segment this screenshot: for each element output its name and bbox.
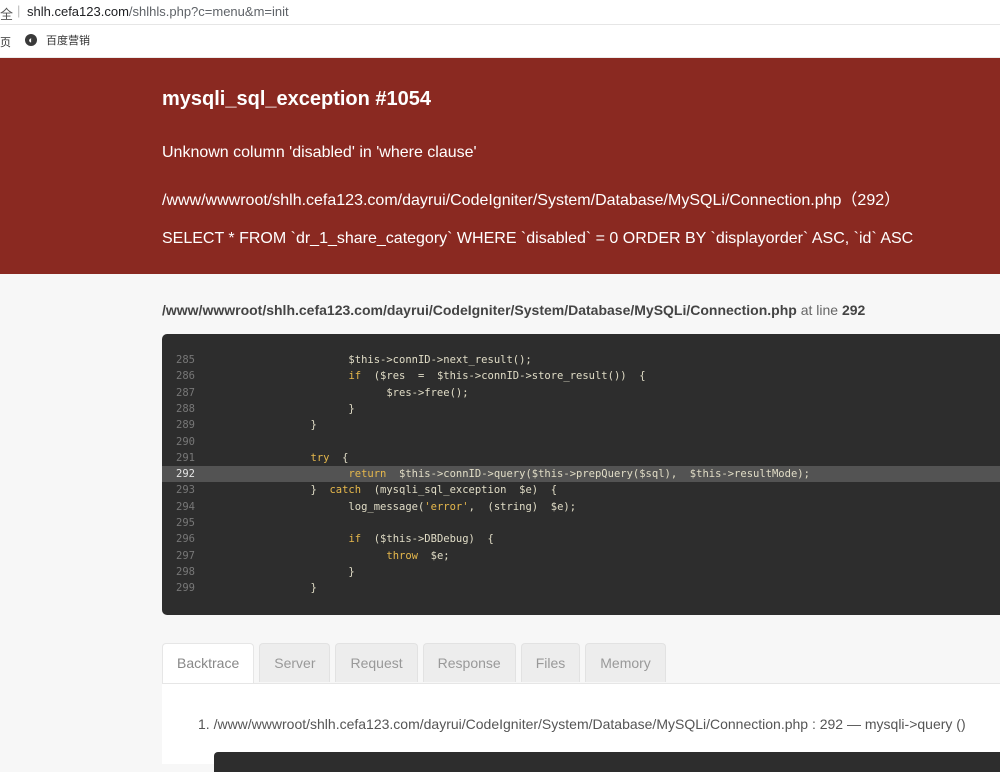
line-code: try { xyxy=(310,451,349,464)
error-title: mysqli_sql_exception #1054 xyxy=(162,88,432,110)
line-number: 289 xyxy=(176,419,195,432)
error-file: /www/wwwroot/shlh.cefa123.com/dayrui/Cod… xyxy=(162,192,901,209)
bookmark-label: 百度营销 xyxy=(46,35,90,47)
code-line: 299 } xyxy=(162,580,1000,596)
error-message: Unknown column 'disabled' in 'where clau… xyxy=(162,144,477,161)
line-code: } xyxy=(222,582,317,595)
line-code: } xyxy=(222,565,355,578)
code-line: 297 throw $e; xyxy=(162,548,1000,564)
line-number: 292 xyxy=(176,468,195,481)
line-number: 294 xyxy=(176,500,195,513)
address-prefix: 全 xyxy=(0,7,14,22)
code-line: 289 } xyxy=(162,417,1000,433)
line-number: 297 xyxy=(176,549,195,562)
line-code: $res->free(); xyxy=(222,386,469,399)
code-line: 286 if ($res = $this->connID->store_resu… xyxy=(162,368,1000,384)
line-code: if ($res = $this->connID->store_result()… xyxy=(348,370,646,383)
code-line: 296 if ($this->DBDebug) { xyxy=(162,531,1000,547)
error-header: mysqli_sql_exception #1054 Unknown colum… xyxy=(0,58,1000,274)
source-line-number: 292 xyxy=(841,302,866,318)
address-separator: | xyxy=(17,3,21,18)
line-code: } xyxy=(222,419,317,432)
code-line: 288 } xyxy=(162,401,1000,417)
globe-icon: ◐ xyxy=(25,34,37,46)
bookmarks-bar: 页 ◐ 百度营销 xyxy=(0,25,1000,58)
source-code-block: 285 $this->connID->next_result(); 286 if … xyxy=(162,334,1000,615)
tab-bar: Backtrace Server Request Response Files … xyxy=(162,643,671,684)
line-number: 293 xyxy=(176,484,195,497)
line-code: return $this->connID->query($this->prepQ… xyxy=(348,468,810,481)
tab-files[interactable]: Files xyxy=(520,643,581,682)
line-number: 287 xyxy=(176,386,195,399)
line-code: $this->connID->next_result(); xyxy=(222,354,532,366)
tab-server[interactable]: Server xyxy=(259,643,331,682)
line-code: throw $e; xyxy=(386,549,450,562)
code-line: 287 $res->free(); xyxy=(162,385,1000,401)
highlighted-code-line: 292 return $this->connID->query($this->p… xyxy=(162,466,1000,483)
address-bar[interactable]: 全 | shlh.cefa123.com/shlhls.php?c=menu&m… xyxy=(0,0,1000,25)
url-host: shlh.cefa123.com xyxy=(27,4,129,19)
line-code: if ($this->DBDebug) { xyxy=(348,533,494,546)
tab-backtrace[interactable]: Backtrace xyxy=(162,643,255,684)
code-line: 298 } xyxy=(162,564,1000,580)
code-line: 293 } catch (mysqli_sql_exception $e) { xyxy=(162,482,1000,498)
code-line: 294 log_message('error', (string) $e); xyxy=(162,499,1000,515)
code-line: 285 $this->connID->next_result(); xyxy=(162,352,1000,368)
error-sql: SELECT * FROM `dr_1_share_category` WHER… xyxy=(162,230,914,247)
source-at-line: at line xyxy=(800,302,839,318)
line-number: 286 xyxy=(176,370,195,383)
line-number: 290 xyxy=(176,435,195,448)
tab-request[interactable]: Request xyxy=(335,643,418,682)
url-text[interactable]: shlh.cefa123.com/shlhls.php?c=menu&m=ini… xyxy=(27,4,289,19)
code-line: 291 try { xyxy=(162,450,1000,466)
code-line: 295 xyxy=(162,515,1000,531)
line-number: 285 xyxy=(176,354,195,366)
line-number: 291 xyxy=(176,451,195,464)
line-code: } catch (mysqli_sql_exception $e) { xyxy=(222,484,558,497)
bookmark-item[interactable]: ◐ 百度营销 xyxy=(25,32,90,48)
backtrace-panel: 1. /www/wwwroot/shlh.cefa123.com/dayrui/… xyxy=(162,683,1000,772)
code-line: 290 xyxy=(162,434,1000,450)
line-code: } xyxy=(222,402,355,415)
backtrace-code-block xyxy=(214,752,1000,772)
line-code: log_message('error', (string) $e); xyxy=(222,500,577,513)
source-file-path: /www/wwwroot/shlh.cefa123.com/dayrui/Cod… xyxy=(162,302,865,318)
line-number: 299 xyxy=(176,582,195,595)
line-number: 288 xyxy=(176,402,195,415)
url-path: /shlhls.php?c=menu&m=init xyxy=(128,4,289,19)
backtrace-item[interactable]: 1. /www/wwwroot/shlh.cefa123.com/dayrui/… xyxy=(198,716,966,732)
tab-memory[interactable]: Memory xyxy=(585,643,666,682)
line-number: 296 xyxy=(176,533,195,546)
tab-response[interactable]: Response xyxy=(422,643,516,682)
line-number: 298 xyxy=(176,565,195,578)
source-path: /www/wwwroot/shlh.cefa123.com/dayrui/Cod… xyxy=(162,302,797,318)
line-number: 295 xyxy=(176,517,195,529)
bookmark-truncated[interactable]: 页 xyxy=(0,34,11,50)
